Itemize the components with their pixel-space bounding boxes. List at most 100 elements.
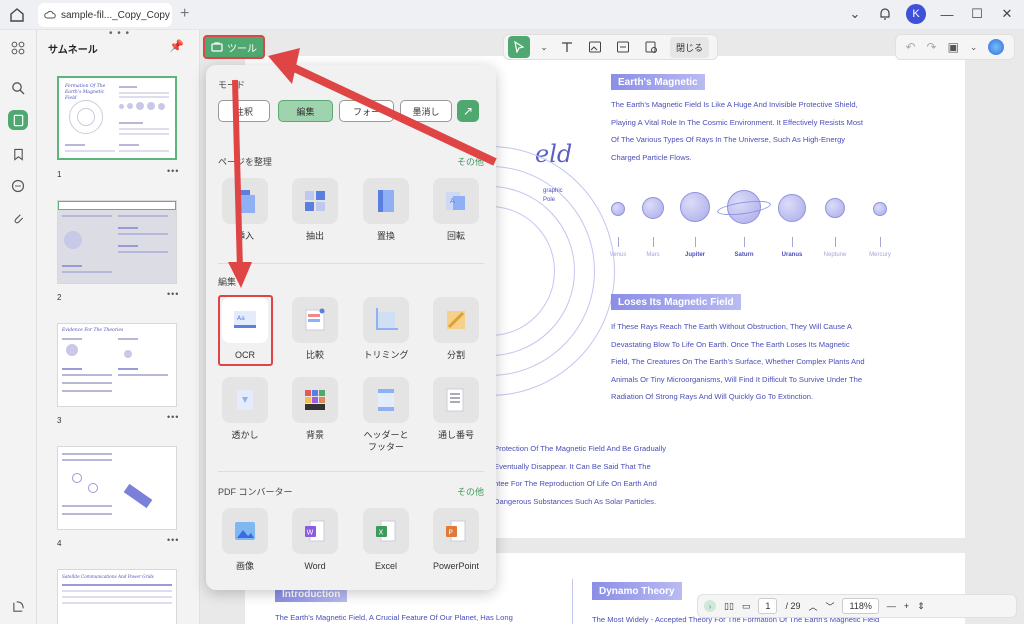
background-icon <box>305 390 325 410</box>
thumbnail-page[interactable]: Formation Of The Earth's Magnetic Field <box>57 76 177 160</box>
notification-icon[interactable] <box>876 5 894 23</box>
attachment-icon[interactable] <box>8 208 28 228</box>
redo-icon[interactable]: ↷ <box>927 40 937 54</box>
left-rail <box>0 30 37 624</box>
more-icon[interactable]: ••• <box>167 535 179 545</box>
fit-width-icon[interactable]: ⇕ <box>917 601 925 612</box>
tool-label: Excel <box>374 561 397 571</box>
document-tab[interactable]: sample-fil..._Copy_Copy <box>38 3 172 27</box>
window-controls: ⌄ K — ☐ ✕ <box>846 4 1016 24</box>
planet-venus <box>611 202 625 216</box>
chevron-down-icon[interactable]: ⌄ <box>846 5 864 23</box>
extract-tool[interactable]: 抽出 <box>285 178 345 242</box>
planet-jupiter <box>680 192 710 222</box>
mode-edit-button[interactable]: 編集 <box>278 100 333 122</box>
more-icon[interactable]: ••• <box>167 166 179 176</box>
tab-title: sample-fil..._Copy_Copy <box>61 9 170 21</box>
fit-page-icon[interactable]: ▯▯ <box>724 601 734 612</box>
grid-icon[interactable] <box>8 38 28 58</box>
chevron-down-icon[interactable]: ⌄ <box>970 42 978 53</box>
header-footer-tool[interactable]: ヘッダーと フッター <box>356 377 416 453</box>
convert-powerpoint-tool[interactable]: P PowerPoint <box>426 508 486 572</box>
compare-tool[interactable]: 比較 <box>285 297 345 361</box>
chevron-down-icon[interactable]: ⌄ <box>540 38 548 56</box>
tools-button[interactable]: ツール <box>203 35 265 59</box>
zoom-out-icon[interactable]: — <box>887 601 896 611</box>
page-nav-bar: › ▯▯ ▭ 1 / 29 ︿ ﹀ 118% — + ⇕ <box>697 594 1017 618</box>
convert-word-tool[interactable]: W Word <box>285 508 345 572</box>
bates-number-tool[interactable]: 通し番号 <box>426 377 486 441</box>
tool-label: 置換 <box>376 231 395 241</box>
toolbox-icon <box>211 42 223 52</box>
undo-icon[interactable]: ↶ <box>905 40 915 54</box>
pin-icon[interactable]: 📌 <box>169 39 184 53</box>
planet-mercury <box>873 202 887 216</box>
more-icon[interactable]: ••• <box>167 412 179 422</box>
planet-mars <box>642 197 664 219</box>
convert-image-tool[interactable]: 画像 <box>215 508 275 572</box>
rotate-tool[interactable]: A 回転 <box>426 178 486 242</box>
mode-redact-button[interactable]: 墨消し <box>400 100 452 122</box>
thumbnail-page[interactable]: Satellite Communications And Power Grids <box>57 569 177 624</box>
mode-form-button[interactable]: フォー <box>339 100 394 122</box>
powerpoint-file-icon: P <box>446 520 466 542</box>
graphic-label: graphic Pole <box>543 188 563 203</box>
external-link-icon[interactable]: ↗ <box>457 100 479 122</box>
minimize-icon[interactable]: — <box>938 5 956 23</box>
image-tool-icon[interactable] <box>586 38 604 56</box>
ocr-tool[interactable]: Aa OCR <box>215 297 275 361</box>
next-page-icon[interactable]: ﹀ <box>825 600 834 613</box>
thumbnail-heading: Evidence For The Theories <box>62 328 124 333</box>
page-number-icon <box>446 388 464 412</box>
insert-tool[interactable]: 挿入 <box>215 178 275 242</box>
replace-tool[interactable]: 置換 <box>356 178 416 242</box>
crop-tool[interactable]: トリミング <box>356 297 416 361</box>
mode-annotate-button[interactable]: 注釈 <box>218 100 270 122</box>
close-edit-button[interactable]: 閉じる <box>670 36 710 58</box>
more-icon[interactable]: ••• <box>167 289 179 299</box>
save-icon[interactable]: ▣ <box>948 40 959 54</box>
svg-text:X: X <box>379 529 384 537</box>
expand-icon[interactable]: › <box>704 600 716 612</box>
ocr-tool-icon[interactable] <box>642 38 660 56</box>
mode-heading: モード <box>218 80 246 90</box>
comment-icon[interactable] <box>8 176 28 196</box>
svg-text:P: P <box>449 529 453 537</box>
close-icon[interactable]: ✕ <box>998 5 1016 23</box>
compare-icon <box>305 308 325 331</box>
thumbnail-title: サムネール <box>48 45 98 56</box>
thumbnail-page[interactable] <box>57 200 177 284</box>
layers-icon[interactable] <box>8 596 28 616</box>
planet-label: Saturn <box>734 252 754 258</box>
split-tool[interactable]: 分割 <box>426 297 486 361</box>
organize-more-link[interactable]: その他 <box>457 155 484 168</box>
image-file-icon <box>235 522 255 540</box>
ai-assistant-icon[interactable] <box>988 39 1005 55</box>
page-number: 4 <box>57 539 62 548</box>
thumbnail-icon[interactable] <box>8 110 28 130</box>
drag-handle[interactable]: • • • <box>109 28 130 39</box>
select-cursor-icon[interactable] <box>508 36 530 58</box>
avatar[interactable]: K <box>906 4 926 24</box>
link-tool-icon[interactable] <box>614 38 632 56</box>
previous-page-icon[interactable]: ︿ <box>808 600 817 613</box>
thumbnail-page[interactable]: Evidence For The Theories <box>57 323 177 407</box>
convert-excel-tool[interactable]: X Excel <box>356 508 416 572</box>
search-icon[interactable] <box>8 78 28 98</box>
title-bar: sample-fil..._Copy_Copy + ⌄ K — ☐ ✕ <box>0 0 1024 30</box>
section-heading: Loses Its Magnetic Field <box>611 294 741 310</box>
thumbnail-page[interactable] <box>57 446 177 530</box>
maximize-icon[interactable]: ☐ <box>968 5 986 23</box>
zoom-in-icon[interactable]: + <box>904 601 909 611</box>
page-number-input[interactable]: 1 <box>758 598 778 614</box>
watermark-tool[interactable]: 透かし <box>215 377 275 441</box>
new-tab-icon[interactable]: + <box>180 6 189 22</box>
text-tool-icon[interactable] <box>558 38 576 56</box>
converter-more-link[interactable]: その他 <box>457 485 484 498</box>
zoom-level[interactable]: 118% <box>842 598 879 614</box>
background-tool[interactable]: 背景 <box>285 377 345 441</box>
planet-label: Jupiter <box>684 252 705 258</box>
presentation-icon[interactable]: ▭ <box>742 601 751 612</box>
bookmark-icon[interactable] <box>8 144 28 164</box>
home-icon[interactable] <box>8 6 26 24</box>
